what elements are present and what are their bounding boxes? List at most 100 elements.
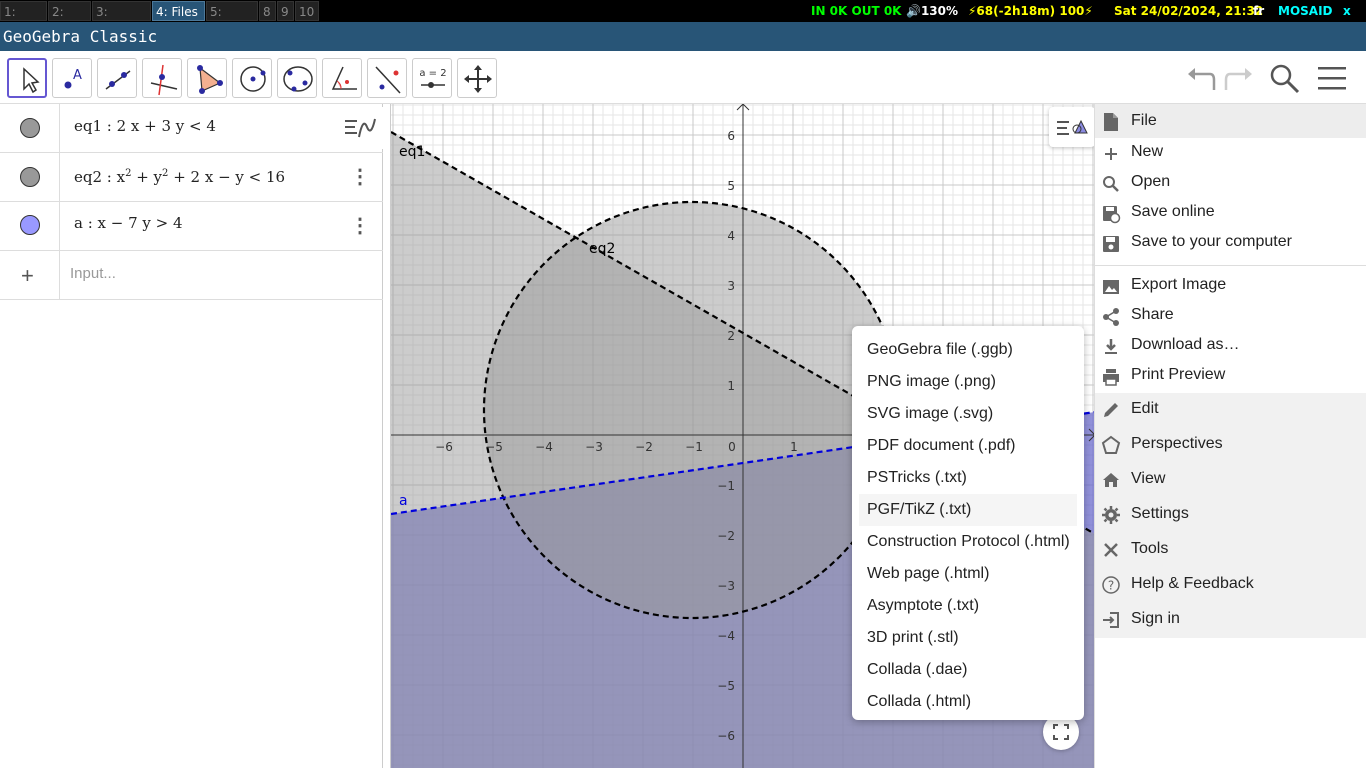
menu-edit[interactable]: Edit <box>1095 393 1366 428</box>
download-stl[interactable]: 3D print (.stl) <box>859 622 1077 654</box>
download-item-label: Construction Protocol (.html) <box>867 533 1070 550</box>
workspace-2[interactable]: 2: net <box>48 1 91 39</box>
expression-eq2[interactable]: eq2 : x2 + y2 + 2 x − y < 16 <box>74 168 285 186</box>
label-eq1[interactable]: eq1 <box>399 144 425 160</box>
menu-new[interactable]: New <box>1095 138 1366 168</box>
workspace-8[interactable]: 8 <box>259 1 276 21</box>
visibility-toggle-eq2[interactable] <box>20 167 40 187</box>
workspace-4[interactable]: 4: Files <box>152 1 205 21</box>
menu-download-as[interactable]: Download as… <box>1095 331 1366 361</box>
menu-sign-in[interactable]: Sign in <box>1095 603 1366 638</box>
algebra-row-eq1[interactable]: eq1 : 2 x + 3 y < 4 <box>0 104 383 153</box>
workspace-1[interactable]: 1: root <box>0 1 47 39</box>
perpendicular-tool-button[interactable] <box>142 58 182 98</box>
label-eq2[interactable]: eq2 <box>589 241 615 257</box>
slider-tool-button[interactable]: a = 2 <box>412 58 452 98</box>
image-icon <box>1103 280 1119 294</box>
workspace-3[interactable]: 3: Media <box>92 1 151 39</box>
expression-a[interactable]: a : x − 7 y > 4 <box>74 214 183 232</box>
system-status-bar: 1: root 2: net 3: Media 4: Files 5: Work… <box>0 0 1366 39</box>
workspace-10[interactable]: 10 <box>295 1 319 21</box>
reflect-tool-button[interactable] <box>367 58 407 98</box>
menu-perspectives[interactable]: Perspectives <box>1095 428 1366 463</box>
menu-file-label: File <box>1131 112 1157 129</box>
slider-icon: a = 2 <box>419 68 447 88</box>
download-webpage[interactable]: Web page (.html) <box>859 558 1077 590</box>
download-pdf[interactable]: PDF document (.pdf) <box>859 430 1077 462</box>
conic-tool-button[interactable] <box>277 58 317 98</box>
point-tool-button[interactable]: A <box>52 58 92 98</box>
menu-save-computer[interactable]: Save to your computer <box>1095 228 1366 258</box>
workspace-9[interactable]: 9 <box>277 1 294 21</box>
visibility-toggle-eq1[interactable] <box>20 118 40 138</box>
menu-view[interactable]: View <box>1095 463 1366 498</box>
close-status[interactable]: x <box>1343 0 1351 22</box>
menu-item-label: Help & Feedback <box>1131 575 1254 592</box>
move-tool-button[interactable] <box>7 58 47 98</box>
y-tick-label: −6 <box>717 729 735 743</box>
line-tool-button[interactable] <box>97 58 137 98</box>
polygon-tool-button[interactable] <box>187 58 227 98</box>
download-item-label: GeoGebra file (.ggb) <box>867 341 1013 358</box>
angle-tool-button[interactable] <box>322 58 362 98</box>
download-item-label: Web page (.html) <box>867 565 990 582</box>
polygon-icon <box>197 65 223 94</box>
y-tick-label: −3 <box>717 579 735 593</box>
svg-text:A: A <box>73 68 82 83</box>
region-eq2[interactable] <box>484 202 900 618</box>
search-icon[interactable] <box>1268 62 1302 94</box>
visibility-toggle-a[interactable] <box>20 215 40 235</box>
menu-file-header[interactable]: File <box>1095 104 1366 138</box>
algebra-row-eq2[interactable]: eq2 : x2 + y2 + 2 x − y < 16 ⋮ <box>0 153 383 202</box>
download-as-submenu: GeoGebra file (.ggb) PNG image (.png) SV… <box>852 326 1084 720</box>
row-separator <box>59 251 60 299</box>
label-a[interactable]: a <box>399 493 408 509</box>
algebra-input-field[interactable]: Input... <box>70 265 116 282</box>
download-png[interactable]: PNG image (.png) <box>859 366 1077 398</box>
menu-share[interactable]: Share <box>1095 301 1366 331</box>
algebra-input-row[interactable]: + Input... <box>0 251 383 300</box>
download-tikz[interactable]: PGF/TikZ (.txt) <box>859 494 1077 526</box>
menu-tools[interactable]: Tools <box>1095 533 1366 568</box>
circle-tool-button[interactable] <box>232 58 272 98</box>
algebra-row-a[interactable]: a : x − 7 y > 4 ⋮ <box>0 202 383 251</box>
download-dae[interactable]: Collada (.dae) <box>859 654 1077 686</box>
circle-icon <box>240 66 266 92</box>
expression-eq1[interactable]: eq1 : 2 x + 3 y < 4 <box>74 117 216 135</box>
line-icon <box>105 70 131 90</box>
menu-settings[interactable]: Settings <box>1095 498 1366 533</box>
menu-divider <box>1095 265 1366 266</box>
algebra-style-toggle-icon[interactable] <box>337 107 383 149</box>
hamburger-menu-icon[interactable] <box>1316 63 1348 93</box>
menu-item-label: Settings <box>1131 505 1189 522</box>
workspace-5[interactable]: 5: Work <box>206 1 258 39</box>
printer-icon <box>1103 369 1119 386</box>
menu-help[interactable]: ? Help & Feedback <box>1095 568 1366 603</box>
row-separator <box>59 153 60 201</box>
move-view-tool-button[interactable] <box>457 58 497 98</box>
menu-print-preview[interactable]: Print Preview <box>1095 361 1366 391</box>
undo-icon[interactable] <box>1184 62 1218 94</box>
menu-export-image[interactable]: Export Image <box>1095 271 1366 301</box>
angle-icon <box>331 66 357 90</box>
menu-sections: Edit Perspectives View Settings Tools ? … <box>1095 393 1366 638</box>
download-construction-protocol[interactable]: Construction Protocol (.html) <box>859 526 1077 558</box>
download-svg[interactable]: SVG image (.svg) <box>859 398 1077 430</box>
more-options-icon[interactable]: ⋮ <box>350 165 370 189</box>
redo-icon[interactable] <box>1222 62 1256 94</box>
x-tick-label: −2 <box>635 440 653 454</box>
download-asymptote[interactable]: Asymptote (.txt) <box>859 590 1077 622</box>
y-tick-label: 1 <box>727 379 735 393</box>
x-tick-label: −1 <box>685 440 703 454</box>
menu-save-online[interactable]: Save online <box>1095 198 1366 228</box>
graphics-style-bar-button[interactable] <box>1049 107 1094 147</box>
menu-open[interactable]: Open <box>1095 168 1366 198</box>
download-pstricks[interactable]: PSTricks (.txt) <box>859 462 1077 494</box>
add-plus-icon[interactable]: + <box>21 263 34 289</box>
y-tick-label: −4 <box>717 629 735 643</box>
download-item-label: Collada (.html) <box>867 693 972 710</box>
more-options-icon[interactable]: ⋮ <box>350 214 370 238</box>
search-icon <box>1103 176 1119 192</box>
download-ggb[interactable]: GeoGebra file (.ggb) <box>859 334 1077 366</box>
download-collada-html[interactable]: Collada (.html) <box>859 686 1077 718</box>
